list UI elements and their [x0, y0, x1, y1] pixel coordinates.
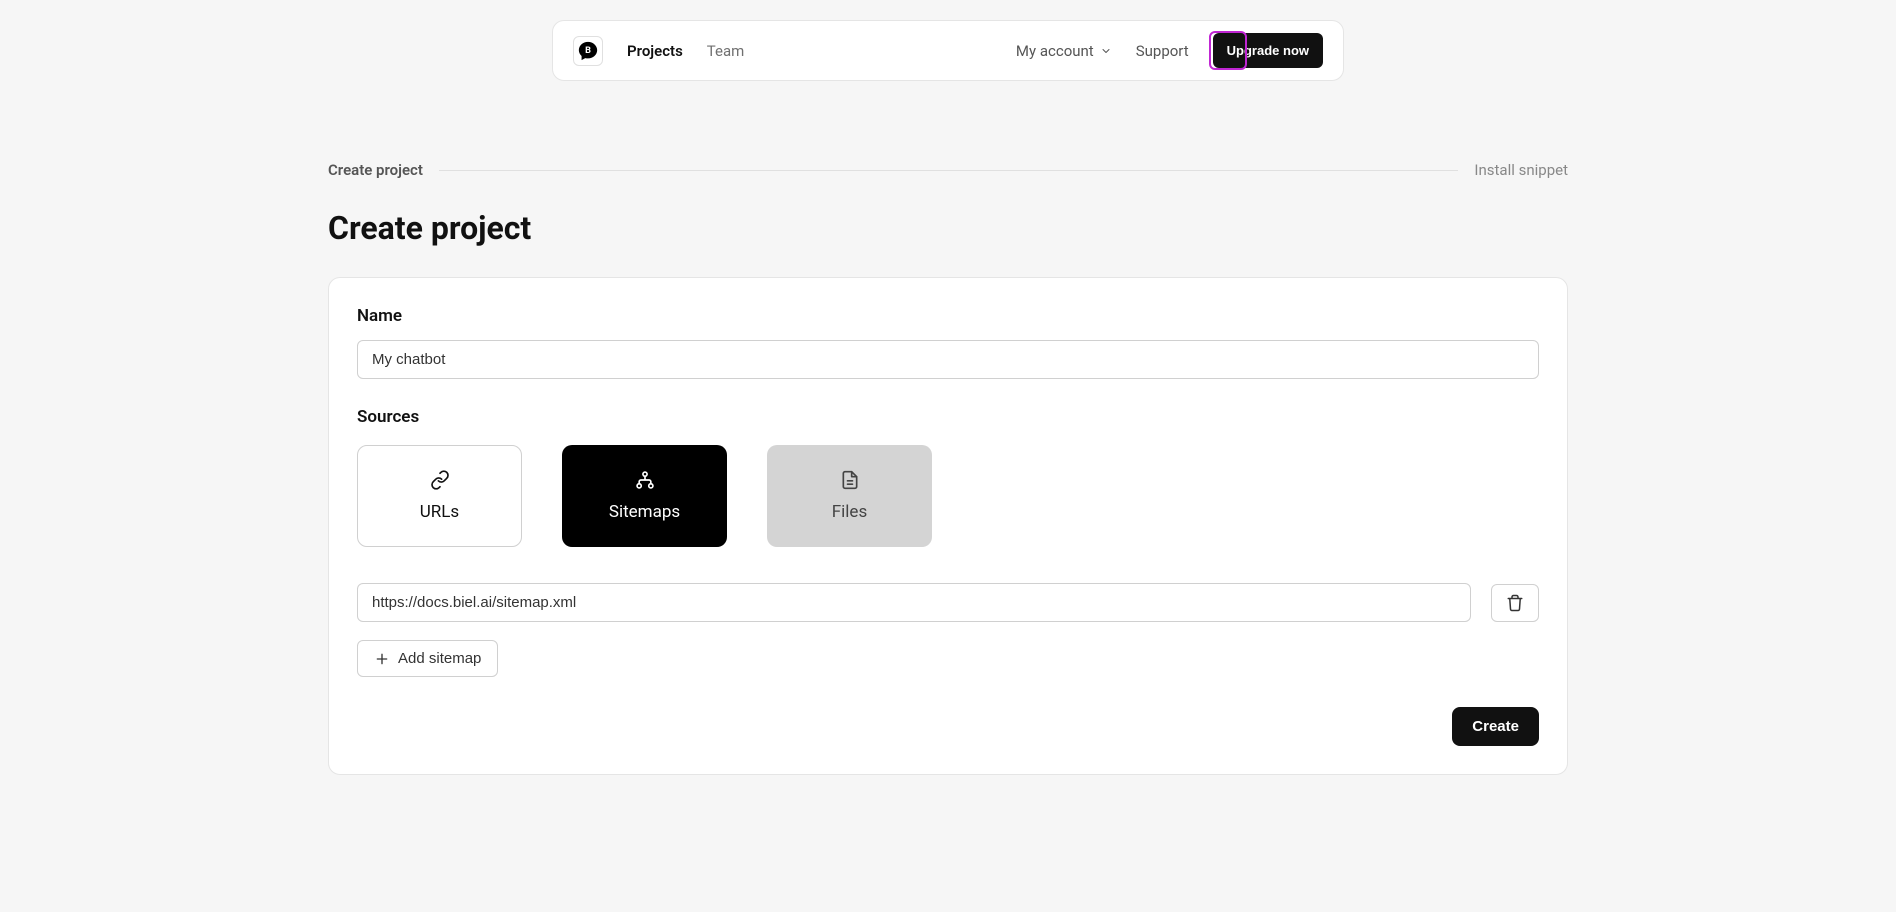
trash-icon	[1506, 594, 1524, 612]
name-input[interactable]	[357, 340, 1539, 379]
breadcrumb: Create project Install snippet	[328, 161, 1568, 179]
upgrade-button[interactable]: Upgrade now	[1213, 33, 1323, 68]
sources-section: Sources URLs	[357, 407, 1539, 677]
form-card: Name Sources URLs	[328, 277, 1568, 775]
breadcrumb-step-install: Install snippet	[1474, 161, 1568, 179]
logo[interactable]: B	[573, 36, 603, 66]
file-icon	[840, 470, 860, 490]
add-sitemap-label: Add sitemap	[398, 650, 481, 667]
delete-sitemap-button[interactable]	[1491, 584, 1539, 622]
name-label: Name	[357, 306, 1539, 326]
create-button-row: Create	[357, 707, 1539, 746]
svg-text:B: B	[585, 45, 591, 55]
my-account-label: My account	[1016, 42, 1094, 60]
sources-label: Sources	[357, 407, 1539, 427]
tab-sitemaps[interactable]: Sitemaps	[562, 445, 727, 547]
chevron-down-icon	[1100, 45, 1112, 57]
logo-icon: B	[577, 40, 599, 62]
tab-sitemaps-label: Sitemaps	[609, 502, 680, 522]
sitemap-row	[357, 583, 1539, 622]
nav-projects[interactable]: Projects	[627, 42, 683, 60]
tab-files-label: Files	[832, 502, 867, 522]
plus-icon	[374, 651, 390, 667]
tab-files[interactable]: Files	[767, 445, 932, 547]
my-account-dropdown[interactable]: My account	[1016, 42, 1112, 60]
sources-tabs: URLs Sitemaps	[357, 445, 1539, 547]
header-right: My account Support Upgrade now	[1016, 33, 1323, 68]
header-bar: B Projects Team My account Support Upgra…	[552, 20, 1344, 81]
tab-urls[interactable]: URLs	[357, 445, 522, 547]
breadcrumb-step-create: Create project	[328, 161, 423, 179]
link-icon	[430, 470, 450, 490]
nav-team[interactable]: Team	[707, 42, 745, 60]
support-link[interactable]: Support	[1136, 42, 1189, 60]
page-title: Create project	[328, 209, 1568, 247]
tab-urls-label: URLs	[420, 502, 459, 522]
header-left: B Projects Team	[573, 36, 744, 66]
sitemap-input[interactable]	[357, 583, 1471, 622]
sitemap-icon	[635, 470, 655, 490]
add-sitemap-button[interactable]: Add sitemap	[357, 640, 498, 677]
main-container: Create project Install snippet Create pr…	[328, 161, 1568, 775]
breadcrumb-divider	[439, 170, 1459, 171]
create-button[interactable]: Create	[1452, 707, 1539, 746]
